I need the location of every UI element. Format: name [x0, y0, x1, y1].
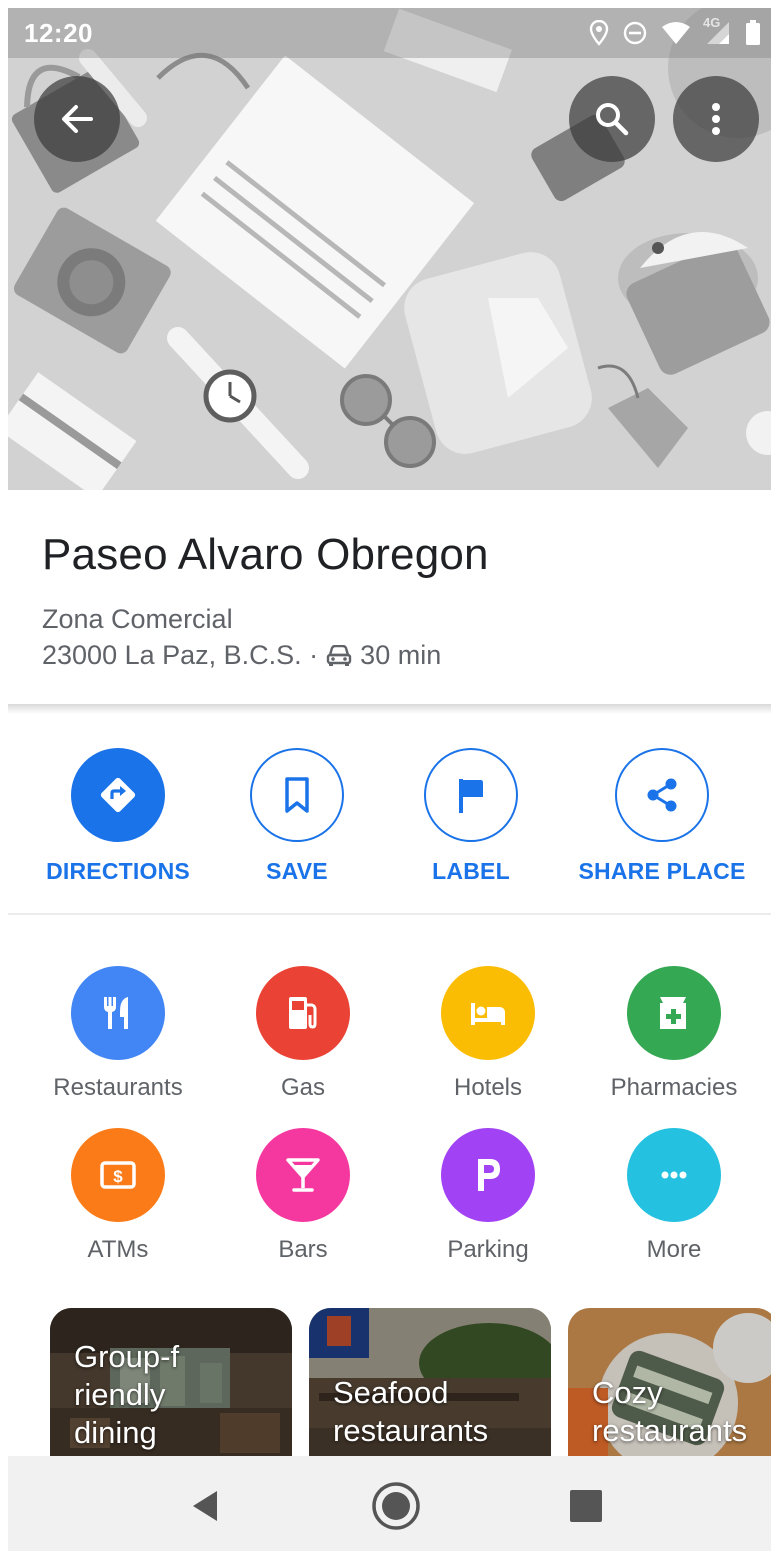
status-time: 12:20: [24, 18, 93, 48]
directions-button[interactable]: DIRECTIONS: [18, 748, 218, 888]
more-options-button[interactable]: [673, 76, 759, 162]
search-button[interactable]: [569, 76, 655, 162]
explore-card-seafood-restaurants[interactable]: Seafood restaurants: [309, 1308, 551, 1468]
flag-icon: [459, 779, 483, 813]
wifi-icon: [661, 21, 691, 45]
bookmark-icon: [285, 777, 309, 813]
hotels-label: Hotels: [453, 1074, 523, 1101]
place-hero-image[interactable]: 12:20 4G: [8, 8, 771, 490]
place-category: Zona Comercial: [42, 604, 233, 634]
drive-time: 30 min: [360, 640, 442, 670]
category-gas[interactable]: Gas: [213, 966, 393, 1116]
bars-circle: [256, 1128, 350, 1222]
atm-icon: $: [100, 1161, 136, 1189]
nav-recents-icon: [570, 1490, 602, 1522]
card-title: Group-f riendly dining: [74, 1338, 179, 1452]
car-icon: [326, 644, 352, 667]
pharmacies-circle: [627, 966, 721, 1060]
location-icon: [589, 20, 609, 46]
parking-circle: [441, 1128, 535, 1222]
card-title: Cozy restaurants: [592, 1374, 747, 1450]
category-atms[interactable]: $ ATMs: [28, 1128, 208, 1278]
share-icon: [647, 778, 677, 812]
gas-station-icon: [289, 997, 317, 1029]
share-circle: [615, 748, 709, 842]
place-name: Paseo Alvaro Obregon: [42, 530, 489, 579]
card-title-line: riendly: [74, 1377, 166, 1412]
card-title-line: restaurants: [333, 1413, 489, 1448]
more-label: More: [646, 1236, 702, 1263]
atms-circle: $: [71, 1128, 165, 1222]
label-button[interactable]: LABEL: [371, 748, 571, 888]
gas-circle: [256, 966, 350, 1060]
restaurant-icon: [104, 997, 128, 1029]
card-title-line: restaurants: [592, 1413, 748, 1448]
label-circle: [424, 748, 518, 842]
place-address: 23000 La Paz, B.C.S. ·: [42, 640, 319, 670]
nav-home-icon: [372, 1482, 420, 1530]
share-place-label: SHARE PLACE: [578, 858, 746, 884]
directions-icon: [100, 777, 136, 813]
explore-card-cozy-restaurants[interactable]: Cozy restaurants: [568, 1308, 771, 1468]
hotels-circle: [441, 966, 535, 1060]
more-circle: [627, 1128, 721, 1222]
section-divider: [8, 704, 771, 714]
signal-icon: 4G: [703, 15, 731, 45]
pharmacies-label: Pharmacies: [610, 1074, 738, 1101]
card-title: Seafood restaurants: [333, 1374, 488, 1450]
explore-card-group-friendly-dining[interactable]: Group-f riendly dining: [50, 1308, 292, 1468]
network-type-label: 4G: [703, 15, 721, 30]
battery-icon: [745, 20, 761, 46]
card-title-line: dining: [74, 1415, 157, 1450]
pharmacy-icon: [660, 997, 686, 1029]
status-icons: 4G: [589, 15, 761, 48]
save-button[interactable]: SAVE: [197, 748, 397, 888]
restaurants-circle: [71, 966, 165, 1060]
share-place-button[interactable]: SHARE PLACE: [562, 748, 762, 888]
category-more[interactable]: More: [584, 1128, 764, 1278]
section-divider-thin: [8, 913, 771, 915]
back-button[interactable]: [34, 76, 120, 162]
more-vert-icon: [712, 103, 720, 135]
svg-text:$: $: [113, 1167, 123, 1186]
gas-label: Gas: [280, 1074, 325, 1101]
hero-illustration: [8, 8, 771, 490]
card-title-line: Cozy: [592, 1375, 663, 1410]
category-restaurants[interactable]: Restaurants: [28, 966, 208, 1116]
nav-home-button[interactable]: [366, 1476, 426, 1536]
app-screen: 12:20 4G Paseo Alvaro Obregon Zona Comer…: [8, 8, 771, 1551]
parking-label: Parking: [447, 1236, 529, 1263]
place-address-row: 23000 La Paz, B.C.S. · 30 min: [42, 640, 441, 671]
directions-circle: [71, 748, 165, 842]
bars-label: Bars: [278, 1236, 328, 1263]
category-parking[interactable]: Parking: [398, 1128, 578, 1278]
directions-label: DIRECTIONS: [46, 858, 190, 884]
do-not-disturb-icon: [623, 21, 647, 45]
restaurants-label: Restaurants: [53, 1074, 183, 1101]
cocktail-icon: [286, 1158, 320, 1192]
search-icon: [596, 103, 629, 136]
system-navigation-bar: [8, 1456, 771, 1551]
card-title-line: Seafood: [333, 1375, 449, 1410]
save-circle: [250, 748, 344, 842]
category-hotels[interactable]: Hotels: [398, 966, 578, 1116]
back-arrow-icon: [62, 105, 93, 133]
nav-recents-button[interactable]: [556, 1476, 616, 1536]
nav-back-icon: [193, 1491, 217, 1521]
category-bars[interactable]: Bars: [213, 1128, 393, 1278]
save-label: SAVE: [266, 858, 328, 884]
label-label: LABEL: [432, 858, 510, 884]
more-horiz-icon: [661, 1171, 687, 1179]
category-pharmacies[interactable]: Pharmacies: [584, 966, 764, 1116]
card-title-line: Group-f: [74, 1339, 180, 1374]
hotel-icon: [471, 1003, 505, 1025]
nav-back-button[interactable]: [175, 1476, 235, 1536]
status-bar: 12:20 4G: [8, 8, 771, 58]
parking-icon: [478, 1159, 500, 1191]
atms-label: ATMs: [87, 1236, 149, 1263]
